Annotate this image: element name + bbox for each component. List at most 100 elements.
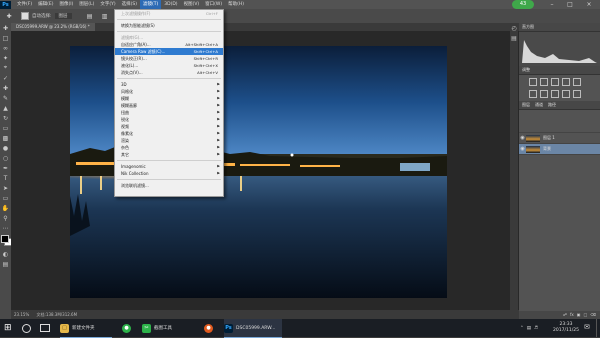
- notifications-icon[interactable]: ✉: [584, 323, 590, 331]
- menu-item[interactable]: 文件(F): [14, 0, 35, 9]
- filter-menu-item[interactable]: 模糊 ▶: [115, 95, 223, 102]
- maximize-icon[interactable]: □: [563, 0, 577, 9]
- filter-menu-item[interactable]: 渲染 ▶: [115, 137, 223, 144]
- vibrance-icon[interactable]: [573, 78, 581, 86]
- document-tab[interactable]: DSC05999.ARW @ 23.2% (RGB/16) *: [11, 23, 95, 31]
- crop-tool-icon[interactable]: ⌖: [0, 63, 11, 73]
- filter-menu-item[interactable]: 自适应广角(A)... Alt+Shift+Ctrl+A: [115, 41, 223, 48]
- menu-item[interactable]: 图像(I): [56, 0, 76, 9]
- filter-menu-item[interactable]: 浏览联机滤镜...: [115, 182, 223, 189]
- eyedropper-tool-icon[interactable]: ✓: [0, 73, 11, 83]
- taskbar-clock[interactable]: 23:33 2017/11/25: [553, 322, 579, 334]
- adjustments-tab[interactable]: 调整: [519, 66, 600, 75]
- zoom-level[interactable]: 23.15%: [14, 312, 29, 317]
- filter-menu-item[interactable]: Nik Collection ▶: [115, 170, 223, 177]
- eraser-tool-icon[interactable]: ▭: [0, 123, 11, 133]
- screen-mode-icon[interactable]: ▤: [0, 259, 11, 269]
- filter-menu-item[interactable]: 模糊画廊 ▶: [115, 102, 223, 109]
- marquee-tool-icon[interactable]: □: [0, 33, 11, 43]
- filter-menu-item[interactable]: 消失点(V)... Alt+Ctrl+V: [115, 69, 223, 76]
- taskbar-item-photoshop[interactable]: Ps DSC05999.ARW...: [224, 319, 282, 338]
- stamp-tool-icon[interactable]: ▲: [0, 103, 11, 113]
- color-swatches[interactable]: [0, 233, 12, 249]
- search-icon[interactable]: [22, 319, 31, 337]
- taskbar-item-folder[interactable]: □ 新建文件夹: [60, 319, 112, 338]
- show-desktop-button[interactable]: [596, 319, 600, 337]
- tab-channels[interactable]: 通道: [535, 101, 543, 109]
- move-tool-icon[interactable]: ✚: [0, 23, 11, 33]
- close-icon[interactable]: ×: [582, 0, 596, 9]
- histogram-tab[interactable]: 直方图: [519, 23, 600, 32]
- tab-paths[interactable]: 路径: [548, 101, 556, 109]
- menu-item[interactable]: 编辑(E): [35, 0, 56, 9]
- filter-menu-item[interactable]: 锐化 ▶: [115, 116, 223, 123]
- filter-menu-item[interactable]: 转换为智能滤镜(S): [115, 22, 223, 29]
- layer-row[interactable]: ◉ 图层 1: [519, 133, 600, 144]
- healing-tool-icon[interactable]: ✚: [0, 83, 11, 93]
- volume-icon[interactable]: ♬: [534, 326, 538, 331]
- quick-mask-icon[interactable]: ◐: [0, 249, 11, 259]
- visibility-eye-icon[interactable]: ◉: [519, 146, 526, 152]
- brightness-icon[interactable]: [529, 78, 537, 86]
- start-button[interactable]: ⊞: [4, 319, 12, 337]
- menu-item[interactable]: 文字(Y): [97, 0, 118, 9]
- shape-tool-icon[interactable]: ▭: [0, 193, 11, 203]
- menu-item[interactable]: 图层(L): [76, 0, 97, 9]
- notification-badge[interactable]: 43: [512, 0, 534, 9]
- curves-icon[interactable]: [551, 78, 559, 86]
- menu-item[interactable]: 窗口(W): [202, 0, 225, 9]
- filter-menu-item[interactable]: 镜头校正(R)... Shift+Ctrl+R: [115, 55, 223, 62]
- color-balance-icon[interactable]: [540, 89, 548, 98]
- hue-saturation-icon[interactable]: [529, 89, 537, 98]
- align-middle-icon[interactable]: ▥: [99, 11, 111, 21]
- brush-tool-icon[interactable]: ✎: [0, 93, 11, 103]
- quick-select-tool-icon[interactable]: ✦: [0, 53, 11, 63]
- layer-select[interactable]: 图层: [54, 13, 72, 19]
- levels-icon[interactable]: [540, 78, 548, 86]
- minimize-icon[interactable]: –: [545, 0, 559, 9]
- exposure-icon[interactable]: [562, 78, 570, 86]
- filter-menu-item[interactable]: 视频 ▶: [115, 123, 223, 130]
- auto-select-checkbox[interactable]: [21, 12, 29, 20]
- move-tool-icon[interactable]: ✚: [3, 11, 15, 21]
- taskbar-item-wechat[interactable]: ●: [122, 319, 136, 337]
- black-white-icon[interactable]: [551, 89, 559, 98]
- windows-logo-icon[interactable]: ⊞: [4, 323, 12, 333]
- foreground-color-swatch[interactable]: [1, 235, 9, 243]
- menu-item[interactable]: 视图(V): [181, 0, 203, 9]
- type-tool-icon[interactable]: T: [0, 173, 11, 183]
- menu-item[interactable]: 帮助(H): [225, 0, 247, 9]
- fx-icon[interactable]: fx: [570, 311, 574, 319]
- history-panel-icon[interactable]: ◴: [510, 23, 518, 33]
- filter-menu-item[interactable]: Camera Raw 滤镜(C)... Shift+Ctrl+A: [115, 48, 223, 55]
- filter-menu-item[interactable]: 液化(L)... Shift+Ctrl+X: [115, 62, 223, 69]
- filter-menu-item[interactable]: Imagenomic ▶: [115, 163, 223, 170]
- task-view-icon[interactable]: [40, 319, 50, 337]
- gradient-tool-icon[interactable]: ▩: [0, 133, 11, 143]
- path-select-tool-icon[interactable]: ➤: [0, 183, 11, 193]
- filter-menu-item[interactable]: 像素化 ▶: [115, 130, 223, 137]
- channel-mixer-icon[interactable]: [573, 89, 581, 98]
- hand-tool-icon[interactable]: ✋: [0, 203, 11, 213]
- align-top-icon[interactable]: ▤: [84, 11, 96, 21]
- network-icon[interactable]: ▤: [527, 326, 531, 331]
- filter-menu-item[interactable]: 扭曲 ▶: [115, 109, 223, 116]
- history-brush-tool-icon[interactable]: ↻: [0, 113, 11, 123]
- tray-up-arrow-icon[interactable]: ⌃: [520, 326, 524, 331]
- menu-item[interactable]: 选择(S): [119, 0, 140, 9]
- taskbar-item-browser[interactable]: ●: [204, 319, 218, 337]
- dodge-tool-icon[interactable]: ○: [0, 153, 11, 163]
- mask-icon[interactable]: ▣: [577, 311, 581, 319]
- photo-filter-icon[interactable]: [562, 89, 570, 98]
- visibility-eye-icon[interactable]: ◉: [519, 135, 526, 141]
- new-layer-icon[interactable]: □: [584, 311, 588, 319]
- more-tools-icon[interactable]: ⋯: [0, 223, 11, 233]
- tab-layers[interactable]: 图层: [522, 101, 530, 109]
- menu-item[interactable]: 3D(D): [161, 0, 180, 9]
- link-layers-icon[interactable]: ☍: [563, 311, 567, 319]
- pen-tool-icon[interactable]: ✒: [0, 163, 11, 173]
- filter-menu-item[interactable]: 其它 ▶: [115, 151, 223, 158]
- taskbar-item-screenshot[interactable]: ✂ 截图工具: [142, 319, 194, 337]
- filter-menu-item[interactable]: 杂色 ▶: [115, 144, 223, 151]
- lasso-tool-icon[interactable]: ∞: [0, 43, 11, 53]
